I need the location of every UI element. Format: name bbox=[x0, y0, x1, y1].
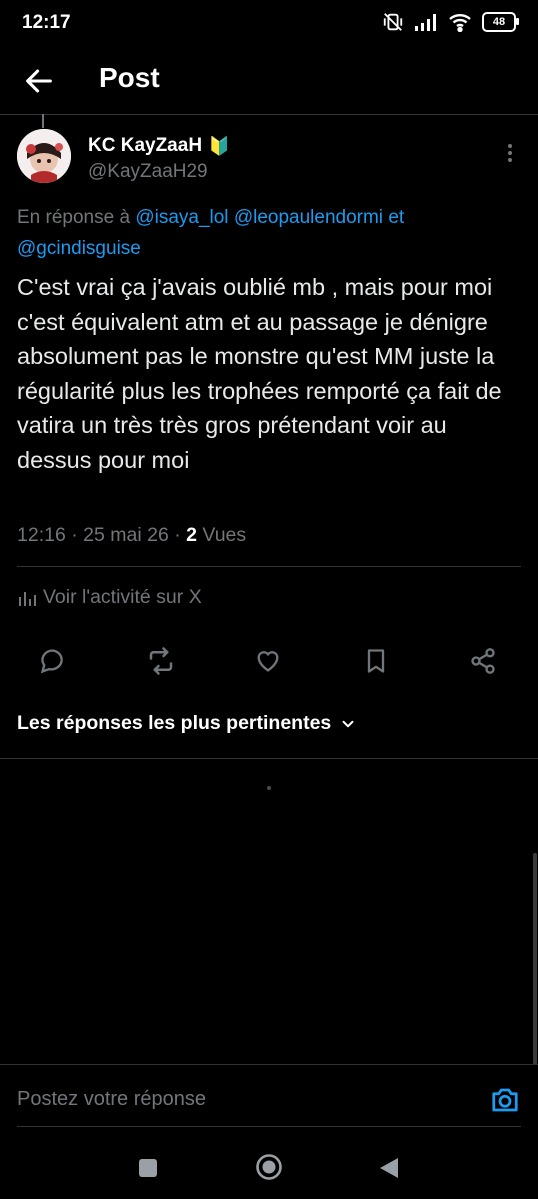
mention-link[interactable]: @leopaulendormi bbox=[234, 207, 383, 228]
share-icon bbox=[471, 648, 495, 674]
like-button[interactable] bbox=[248, 641, 288, 681]
reply-button[interactable] bbox=[33, 641, 73, 681]
bookmark-icon bbox=[367, 649, 385, 673]
thread-connector bbox=[42, 114, 44, 128]
wifi-icon bbox=[449, 14, 471, 32]
author-name-text: KC KayZaaH bbox=[88, 135, 203, 156]
divider bbox=[0, 1064, 538, 1065]
reply-prefix: En réponse à bbox=[17, 207, 131, 228]
mention-link[interactable]: @isaya_lol bbox=[135, 207, 228, 228]
square-icon bbox=[139, 1159, 157, 1177]
arrow-left-icon bbox=[26, 69, 52, 93]
like-icon bbox=[257, 651, 279, 672]
reply-input[interactable]: Postez votre réponse bbox=[17, 1088, 206, 1111]
beginner-badge-icon: 🔰 bbox=[208, 135, 231, 156]
repost-button[interactable] bbox=[141, 641, 181, 681]
home-circle-icon bbox=[256, 1154, 282, 1180]
sort-label: Les réponses les plus pertinentes bbox=[17, 712, 332, 734]
back-button[interactable] bbox=[22, 64, 56, 98]
home-button[interactable] bbox=[255, 1153, 283, 1186]
post-text: C'est vrai ça j'avais oublié mb , mais p… bbox=[17, 274, 502, 473]
more-options-button[interactable] bbox=[500, 143, 520, 168]
top-app-bar: Post bbox=[0, 48, 538, 115]
page-title: Post bbox=[99, 62, 160, 93]
chevron-down-icon bbox=[342, 720, 354, 727]
divider bbox=[17, 566, 521, 567]
view-activity-link[interactable]: Voir l'activité sur X bbox=[17, 586, 202, 609]
vibrate-off-icon bbox=[383, 13, 403, 31]
camera-icon bbox=[492, 1088, 518, 1112]
reply-icon bbox=[40, 649, 63, 674]
avatar[interactable] bbox=[17, 129, 71, 183]
mention-joiner: et bbox=[388, 207, 405, 228]
views-count: 2 bbox=[186, 524, 197, 546]
system-nav-bar bbox=[0, 1128, 538, 1199]
triangle-back-icon bbox=[380, 1158, 398, 1178]
post-time[interactable]: 12:16 bbox=[17, 524, 66, 546]
back-nav-button[interactable] bbox=[378, 1156, 400, 1185]
post-actions bbox=[17, 641, 521, 681]
signal-icon bbox=[415, 14, 436, 31]
battery-indicator: 48 bbox=[482, 12, 519, 32]
camera-button[interactable] bbox=[490, 1085, 520, 1120]
post-meta: 12:16 · 25 mai 26 · 2 Vues bbox=[17, 524, 247, 546]
reply-sort-dropdown[interactable]: Les réponses les plus pertinentes bbox=[17, 712, 357, 735]
author-name[interactable]: KC KayZaaH 🔰 bbox=[88, 135, 230, 157]
status-icons: 48 bbox=[382, 11, 519, 33]
status-time: 12:17 bbox=[22, 12, 71, 33]
share-button[interactable] bbox=[463, 641, 503, 681]
reply-context: En réponse à @isaya_lol @leopaulendormi … bbox=[17, 202, 517, 264]
recent-apps-button[interactable] bbox=[138, 1158, 158, 1183]
mention-link[interactable]: @gcindisguise bbox=[17, 238, 141, 259]
retweet-icon bbox=[149, 647, 173, 675]
battery-level: 48 bbox=[492, 16, 506, 28]
post-date[interactable]: 25 mai 26 bbox=[83, 524, 169, 546]
author-handle[interactable]: @KayZaaH29 bbox=[88, 161, 208, 183]
loading-indicator bbox=[267, 786, 271, 790]
analytics-icon bbox=[19, 591, 36, 606]
status-bar: 12:17 48 bbox=[0, 0, 538, 48]
activity-label: Voir l'activité sur X bbox=[43, 586, 202, 608]
avatar-image bbox=[17, 129, 71, 183]
views-label: Vues bbox=[202, 524, 247, 546]
more-vertical-icon bbox=[508, 144, 512, 162]
divider bbox=[0, 758, 538, 759]
bookmark-button[interactable] bbox=[356, 641, 396, 681]
scrollbar[interactable] bbox=[533, 853, 537, 1065]
divider bbox=[17, 1126, 521, 1127]
